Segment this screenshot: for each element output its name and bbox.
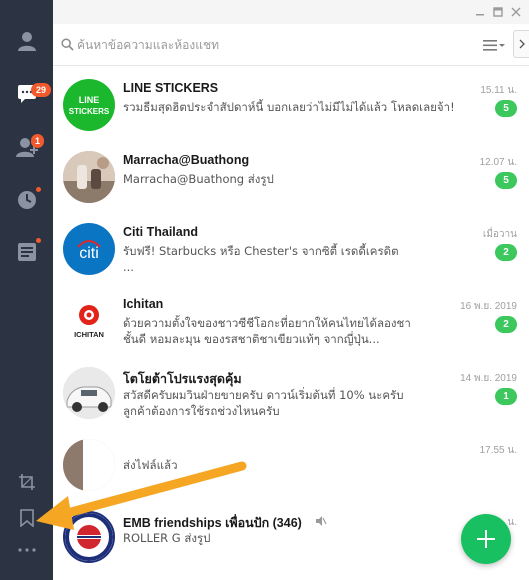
maximize-icon [493,7,503,17]
plus-icon [477,530,495,548]
chat-last-message: ด้วยความตั้งใจของชาวซีชีโอกะที่อยากให้คน… [123,316,411,346]
chat-panel: LINE STICKERS LINE STICKERS รวมธีมสุดฮิต… [53,0,529,580]
unread-badge: 1 [495,388,517,405]
left-sidebar: 29 1 [0,0,53,580]
sidebar-item-more[interactable] [0,524,53,576]
person-icon [17,32,36,51]
sidebar-item-add-friends[interactable]: 1 [0,121,53,173]
photo-avatar [63,151,115,203]
sidebar-item-chats[interactable]: 29 [0,68,53,120]
more-dots-icon [17,548,36,552]
note-icon [17,243,36,261]
chat-last-message: รวมธีมสุดฮิตประจำสัปดาห์นี้ บอกเลยว่าไม่… [123,100,453,114]
avatar [63,151,115,203]
search-icon [61,38,74,51]
unread-badge: 5 [495,172,517,189]
avatar: citi [63,223,115,275]
minimize-button[interactable] [473,5,487,19]
svg-text:LINE: LINE [79,95,100,105]
close-icon [511,7,521,17]
unread-badge: 5 [495,100,517,117]
chat-name: Citi Thailand [123,225,198,239]
window-titlebar [53,0,529,24]
clock-icon [17,191,36,209]
chat-last-message: ROLLER G ส่งรูป [123,531,211,545]
chat-time: 15.11 น. [480,85,517,96]
avatar: LINE STICKERS [63,79,115,131]
chat-row-ichitan[interactable]: ICHITAN Ichitan ด้วยความตั้งใจของชาวซีชี… [53,283,529,355]
chat-time: 17.55 น. [479,445,517,456]
car-photo-avatar [63,367,115,419]
chat-time: เมื่อวาน [482,229,517,240]
sidebar-item-notes[interactable] [0,226,53,278]
chat-row-marracha[interactable]: Marracha@Buathong Marracha@Buathong ส่งร… [53,139,529,211]
chat-row-emb-friendships[interactable]: EMB friendships เพื่อนปัก (346) ROLLER G… [53,499,529,571]
chat-time: 14 พ.ย. 2019 [460,373,517,384]
maximize-button[interactable] [491,5,505,19]
chat-name: โตโยต้าโปรแรงสุดคุ้ม [123,372,242,386]
crop-icon [18,474,35,490]
minimize-icon [476,14,484,16]
chat-row-file-sent[interactable]: ส่งไฟล์แล้ว 17.55 น. [53,427,529,499]
sidebar-item-timeline[interactable] [0,174,53,226]
chat-last-message: Marracha@Buathong ส่งรูป [123,172,274,186]
svg-text:citi: citi [79,245,99,262]
chat-last-message: สวัสดีครับผมวินฝ่ายขายครับ ดาวน์เริ่มต้น… [123,388,404,418]
chat-name: Ichitan [123,297,164,311]
emb-group-logo [65,513,113,561]
sort-menu-button[interactable] [481,36,507,54]
chat-time: 12.07 น. [479,157,517,168]
svg-text:STICKERS: STICKERS [69,107,110,116]
chat-name: LINE STICKERS [123,81,219,95]
list-menu-icon [483,40,505,51]
chat-last-message: ส่งไฟล์แล้ว [123,458,178,472]
chat-name: Marracha@Buathong [123,153,250,167]
chat-time: 16 พ.ย. 2019 [460,301,517,312]
line-stickers-logo: LINE STICKERS [69,95,110,116]
unread-badge: 2 [495,244,517,261]
search-input[interactable] [77,34,467,56]
new-chat-button[interactable] [461,514,511,564]
notes-dot [36,238,41,243]
expand-panel-button[interactable] [513,30,529,58]
avatar [63,511,115,563]
photo-avatar [63,439,115,491]
chats-unread-badge: 29 [31,83,51,97]
search-bar [53,24,529,66]
chat-row-toyota[interactable]: โตโยต้าโปรแรงสุดคุ้ม สวัสดีครับผมวินฝ่าย… [53,355,529,427]
avatar [63,439,115,491]
muted-icon [316,516,327,526]
ichitan-logo: ICHITAN [74,305,104,339]
avatar [63,367,115,419]
friends-request-badge: 1 [31,134,44,148]
citi-logo: citi [77,240,101,262]
close-button[interactable] [509,5,523,19]
chat-last-message: รับฟรี! Starbucks หรือ Chester's จากซิตี… [123,244,399,274]
sidebar-item-profile[interactable] [0,15,53,67]
chat-list: LINE STICKERS LINE STICKERS รวมธีมสุดฮิต… [53,67,529,580]
timeline-dot [36,187,41,192]
svg-text:ICHITAN: ICHITAN [74,330,104,339]
chevron-right-icon [519,39,525,49]
chat-row-line-stickers[interactable]: LINE STICKERS LINE STICKERS รวมธีมสุดฮิต… [53,67,529,139]
avatar: ICHITAN [63,295,115,347]
chat-time: น. [507,517,517,528]
unread-badge: 2 [495,316,517,333]
chat-row-citi[interactable]: citi Citi Thailand รับฟรี! Starbucks หรื… [53,211,529,283]
